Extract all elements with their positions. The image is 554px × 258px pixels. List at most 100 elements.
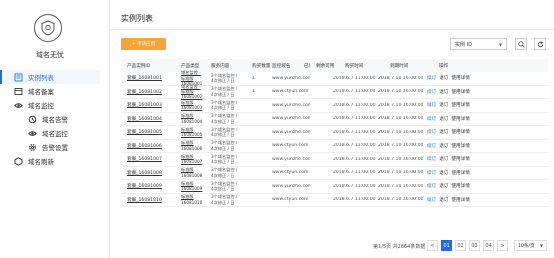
column-header: 到期时间 [390,63,409,69]
page-size-value: 10条/页 [518,243,535,249]
usage-detail-link[interactable]: 使用详情 [451,198,469,203]
refresh-button[interactable] [534,38,546,50]
search-field-select[interactable]: 实例 ID ▼ [450,38,507,50]
prev-page-button[interactable]: < [427,240,438,251]
sidebar-item-label: 告警设置 [42,144,68,152]
page-number-button[interactable]: 03 [469,240,480,251]
renew-link[interactable]: 续订 [427,76,436,81]
renew-link[interactable]: 续订 [427,171,436,176]
usage-detail-link[interactable]: 使用详情 [451,157,469,162]
sidebar-item-label: 域名监控 [28,102,54,110]
instance-id-link[interactable]: 套餐_16081005 [121,129,181,135]
product-type[interactable]: 标准版 16081004 [181,113,211,124]
unsubscribe-link[interactable]: 退订 [439,76,448,81]
product-type[interactable]: 标准版 16081006 [181,140,211,151]
instance-id-link[interactable]: 套餐_16081010 [121,197,181,203]
unsubscribe-link[interactable]: 退订 [439,103,448,108]
instance-id-link[interactable]: 套餐_16081004 [121,116,181,122]
expire-time: 2018.7.10 16:00:00 [378,143,423,149]
add-instance-button[interactable]: + 申请应用 [121,38,166,50]
usage-detail-link[interactable]: 使用详情 [451,130,469,135]
service-content-text: 3个域名监控 /4次修正 / 日 [211,167,246,178]
unsubscribe-link[interactable]: 退订 [439,157,448,162]
instance-id-link[interactable]: 套餐_16081001 [121,75,181,81]
row-actions: 续订 退订 使用详情 [423,102,473,108]
usage-detail-link[interactable]: 使用详情 [451,184,469,189]
service-content-line: 4次修正 / 日 [211,172,235,178]
table-row: 套餐_16081005 标准版 16081005 3个域名监控 /4次修正 / 日 ww… [121,126,548,140]
product-type-text: 标准版 16081005 [181,127,211,138]
purchase-time: 2018.6.7 11:00:00 [333,102,376,108]
unsubscribe-link[interactable]: 退订 [439,198,448,203]
chevron-down-icon: ▼ [539,243,543,248]
product-type[interactable]: 域名监控 - 标准版 16081002 [181,84,211,100]
product-type[interactable]: 标准版 16081010 [181,194,211,205]
renew-link[interactable]: 续订 [427,130,436,135]
page-size-select[interactable]: 10条/页 ▼ [514,240,547,251]
sidebar-item[interactable]: 域名监控 [0,98,100,112]
renew-link[interactable]: 续订 [427,117,436,122]
instance-id-link[interactable]: 套餐_16081009 [121,183,181,189]
renew-link[interactable]: 续订 [427,144,436,149]
sidebar-nav: 实例列表 域名备案 域名监控 域名告警 域名监控 告警设置 域名刷新 [0,70,100,168]
service-content-line: 4次修正 / 日 [211,118,235,124]
renew-link[interactable]: 续订 [427,103,436,108]
purchase-time: 2018.6.7 11:00:00 [333,197,376,203]
usage-detail-link[interactable]: 使用详情 [451,103,469,108]
instance-id-link[interactable]: 套餐_16081007 [121,156,181,162]
service-content: 3个域名监控 /4次修正 / 日 [211,113,246,124]
usage-detail-link[interactable]: 使用详情 [451,90,469,95]
unsubscribe-link[interactable]: 退订 [439,90,448,95]
alarm-icon [28,115,37,124]
renew-link[interactable]: 续订 [427,198,436,203]
list-icon [14,73,23,82]
next-page-button[interactable]: > [497,240,508,251]
service-content-line: 4次修正 / 日 [211,159,235,165]
row-actions: 续订 退订 使用详情 [423,116,473,122]
sidebar-item[interactable]: 实例列表 [0,70,100,84]
renew-link[interactable]: 续订 [427,90,436,95]
header-divider [110,29,554,30]
page-number-button[interactable]: 04 [483,240,494,251]
usage-detail-link[interactable]: 使用详情 [451,117,469,122]
sidebar-item[interactable]: 域名监控 [0,126,100,140]
product-type[interactable]: 标准版 16081008 [181,167,211,178]
table-row: 套餐_16081006 标准版 16081006 3个域名监控 /4次修正 / 日 ww… [121,140,548,153]
row-actions: 续订 退订 使用详情 [423,75,473,81]
sidebar-item[interactable]: 域名备案 [0,84,100,98]
unsubscribe-link[interactable]: 退订 [439,184,448,189]
page-number-button[interactable]: 01 [441,240,452,251]
renew-link[interactable]: 续订 [427,184,436,189]
gear-icon [28,143,37,152]
instance-id-link[interactable]: 套餐_16081003 [121,102,181,108]
instance-id-link[interactable]: 套餐_16081008 [121,170,181,176]
usage-detail-link[interactable]: 使用详情 [451,144,469,149]
sidebar-item[interactable]: 域名刷新 [0,154,100,168]
monitored-domain: www.yunzhe.com [272,129,310,135]
renew-link[interactable]: 续订 [427,157,436,162]
monitored-domain: www.ctyun.com [272,143,309,149]
product-type[interactable]: 标准版 16081007 [181,154,211,165]
instance-id-link[interactable]: 套餐_16081002 [121,89,181,95]
instance-id-link[interactable]: 套餐_16081006 [121,143,181,149]
product-type[interactable]: 标准版 16081003 [181,100,211,111]
unsubscribe-link[interactable]: 退订 [439,171,448,176]
expire-time: 2018.7.10 16:00:00 [378,197,423,203]
product-type[interactable]: 标准版 16081009 [181,181,211,192]
purchase-time: 2018.6.7 11:00:00 [333,143,376,149]
usage-detail-link[interactable]: 使用详情 [451,171,469,176]
service-content: 3个域名监控 /4次修正 / 日 [211,73,246,84]
page-number-button[interactable]: 02 [455,240,466,251]
pagination-total: 第1/5页 共2864条数据 [373,244,426,250]
search-button[interactable] [515,38,527,50]
sidebar-item[interactable]: 告警设置 [0,140,100,154]
purchase-time: 2018.6.7 11:00:00 [333,183,376,189]
product-type[interactable]: 标准版 16081005 [181,127,211,138]
sidebar-item[interactable]: 域名告警 [0,112,100,126]
unsubscribe-link[interactable]: 退订 [439,117,448,122]
unsubscribe-link[interactable]: 退订 [439,130,448,135]
product-type-line: 16081009 [181,186,203,192]
service-content: 3个域名监控 /4次修正 / 日 [211,127,246,138]
unsubscribe-link[interactable]: 退订 [439,144,448,149]
usage-detail-link[interactable]: 使用详情 [451,76,469,81]
